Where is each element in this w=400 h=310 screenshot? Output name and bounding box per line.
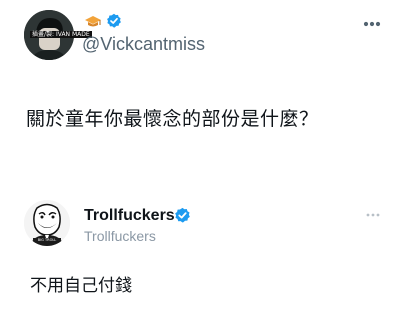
verified-badge-icon: [174, 207, 191, 224]
verified-badge-icon: [106, 13, 122, 29]
more-options-icon[interactable]: [360, 14, 384, 34]
reply-text: 不用自己付錢: [30, 276, 132, 296]
reply-author-avatar[interactable]: BIG TROLL: [24, 200, 70, 246]
post-text: 關於童年你最懷念的部份是什麼？: [26, 108, 319, 130]
reply-author-handle[interactable]: Trollfuckers: [84, 228, 156, 244]
graduation-cap-icon: [84, 13, 102, 27]
more-options-icon[interactable]: [364, 206, 382, 218]
author-handle[interactable]: @Vickcantmiss: [82, 34, 205, 55]
reply-author-name[interactable]: Trollfuckers: [84, 207, 175, 225]
avatar-caption: BIG TROLL: [37, 238, 57, 242]
